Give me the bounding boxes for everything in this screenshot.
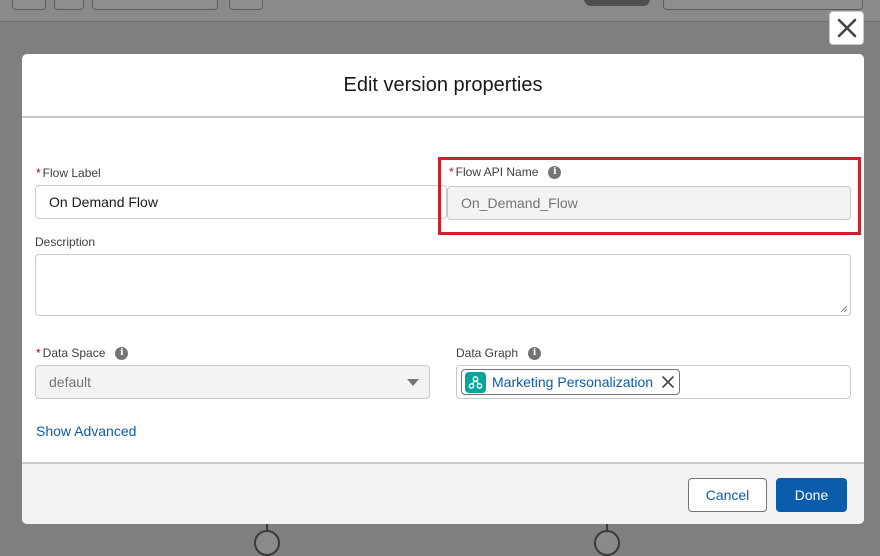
background-button (229, 0, 263, 10)
data-space-select: default (35, 365, 430, 399)
info-icon[interactable]: i (528, 346, 542, 360)
dialog-header: Edit version properties (22, 54, 864, 118)
background-button (12, 0, 46, 10)
remove-icon[interactable] (661, 375, 675, 389)
data-space-label: * Data Space i (36, 346, 129, 360)
required-marker: * (36, 346, 41, 360)
cancel-button[interactable]: Cancel (688, 478, 767, 512)
close-icon (837, 18, 856, 38)
close-button[interactable] (829, 11, 864, 45)
data-graph-text: Data Graph (456, 346, 519, 360)
description-label: Description (35, 235, 95, 249)
done-button[interactable]: Done (776, 478, 847, 512)
data-graph-lookup[interactable]: Marketing Personalization (456, 365, 851, 399)
background-button (663, 0, 863, 10)
required-marker: * (36, 166, 41, 180)
edit-version-dialog: Edit version properties * Flow Label On … (22, 54, 864, 524)
data-graph-label: Data Graph i (456, 346, 542, 360)
info-icon[interactable]: i (115, 346, 129, 360)
data-space-text: Data Space (42, 346, 106, 360)
background-node (594, 530, 620, 556)
flow-label-text: Flow Label (42, 166, 101, 180)
chevron-down-icon (407, 379, 419, 386)
description-textarea[interactable] (35, 254, 851, 316)
background-node (254, 530, 280, 556)
data-graph-icon (465, 371, 486, 393)
data-graph-pill[interactable]: Marketing Personalization (461, 369, 681, 395)
show-advanced-link[interactable]: Show Advanced (36, 423, 136, 439)
flow-label-value: On Demand Flow (49, 194, 158, 210)
dialog-footer: Cancel Done (22, 462, 864, 524)
flow-label-input[interactable]: On Demand Flow (35, 185, 447, 219)
resize-grip-icon[interactable] (840, 305, 848, 313)
description-text: Description (35, 235, 96, 249)
background-button (92, 0, 218, 10)
highlight-box (438, 157, 861, 235)
dialog-title: Edit version properties (343, 73, 543, 96)
background-button (54, 0, 84, 10)
flow-label-label: * Flow Label (36, 166, 101, 180)
background-pill (584, 0, 650, 6)
data-space-value: default (49, 374, 92, 390)
data-graph-pill-label: Marketing Personalization (492, 374, 654, 390)
